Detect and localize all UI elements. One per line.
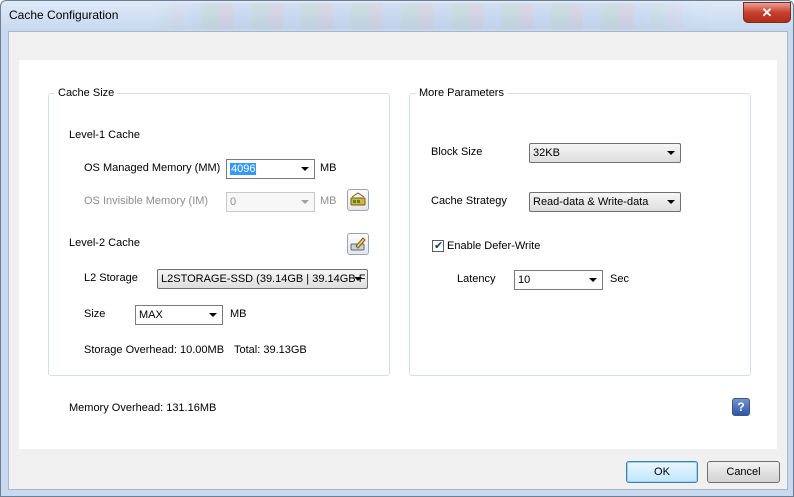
dialog-window: Cache Configuration ✕ Cache Size Level-1… [0, 0, 794, 497]
os-invisible-label: OS Invisible Memory (IM) [84, 195, 209, 207]
cache-size-group: Cache Size Level-1 Cache OS Managed Memo… [48, 87, 390, 376]
os-managed-value: 4096 [230, 163, 257, 175]
storage-total: Total: 39.13GB [234, 344, 307, 356]
cache-size-title: Cache Size [55, 87, 118, 99]
storage-edit-icon [350, 237, 366, 251]
block-size-combo[interactable]: 32KB [529, 143, 681, 163]
chevron-down-icon [667, 151, 675, 155]
os-managed-label: OS Managed Memory (MM) [84, 162, 221, 174]
os-managed-unit: MB [320, 162, 337, 174]
l2-storage-combo[interactable]: L2STORAGE-SSD (39.14GB | 39.14GB F [157, 269, 368, 289]
chevron-down-icon [301, 167, 309, 171]
checkmark-icon: ✔ [434, 240, 444, 252]
help-icon: ? [737, 400, 745, 414]
defer-write-checkbox[interactable]: ✔ [432, 240, 444, 252]
block-size-value: 32KB [533, 147, 560, 159]
content-panel: Cache Size Level-1 Cache OS Managed Memo… [19, 60, 777, 449]
chevron-down-icon [589, 278, 597, 282]
block-size-label: Block Size [431, 146, 483, 158]
latency-unit: Sec [610, 273, 629, 285]
memory-settings-button[interactable] [347, 189, 369, 211]
latency-label: Latency [457, 273, 496, 285]
size-value: MAX [139, 309, 163, 321]
memory-overhead: Memory Overhead: 131.16MB [69, 402, 217, 414]
latency-value: 10 [518, 274, 531, 286]
memory-chip-icon [350, 192, 366, 206]
os-managed-combo[interactable]: 4096 [226, 159, 315, 179]
defer-write-label: Enable Defer-Write [447, 240, 541, 252]
cache-strategy-value: Read-data & Write-data [533, 196, 649, 208]
more-parameters-title: More Parameters [416, 87, 507, 99]
background-toolbar-icons [151, 3, 711, 29]
os-invisible-unit: MB [320, 195, 337, 207]
cancel-button[interactable]: Cancel [707, 461, 780, 483]
latency-combo[interactable]: 10 [514, 270, 603, 290]
level1-heading: Level-1 Cache [69, 129, 140, 141]
help-button[interactable]: ? [732, 398, 750, 416]
window-title: Cache Configuration [9, 8, 119, 22]
chevron-down-icon [209, 313, 217, 317]
ok-button[interactable]: OK [626, 461, 698, 483]
size-label: Size [84, 308, 106, 320]
close-button[interactable]: ✕ [743, 2, 791, 23]
cache-strategy-combo[interactable]: Read-data & Write-data [529, 192, 681, 212]
close-icon: ✕ [761, 5, 773, 20]
cache-strategy-label: Cache Strategy [431, 195, 507, 207]
chevron-down-icon [354, 277, 362, 281]
chevron-down-icon [667, 200, 675, 204]
storage-overhead: Storage Overhead: 10.00MB [84, 344, 225, 356]
title-bar[interactable]: Cache Configuration ✕ [1, 1, 793, 31]
size-combo[interactable]: MAX [135, 305, 223, 325]
l2-storage-value: L2STORAGE-SSD (39.14GB | 39.14GB F [161, 273, 366, 285]
l2-settings-button[interactable] [347, 233, 369, 255]
dialog-client-area: Cache Size Level-1 Cache OS Managed Memo… [8, 31, 788, 490]
os-invisible-value: 0 [230, 196, 237, 208]
more-parameters-group: More Parameters Block Size 32KB Cache St… [409, 87, 751, 376]
os-invisible-combo[interactable]: 0 [226, 192, 315, 212]
level2-heading: Level-2 Cache [69, 237, 140, 249]
chevron-down-icon [301, 200, 309, 204]
l2-storage-label: L2 Storage [84, 272, 138, 284]
size-unit: MB [230, 308, 247, 320]
